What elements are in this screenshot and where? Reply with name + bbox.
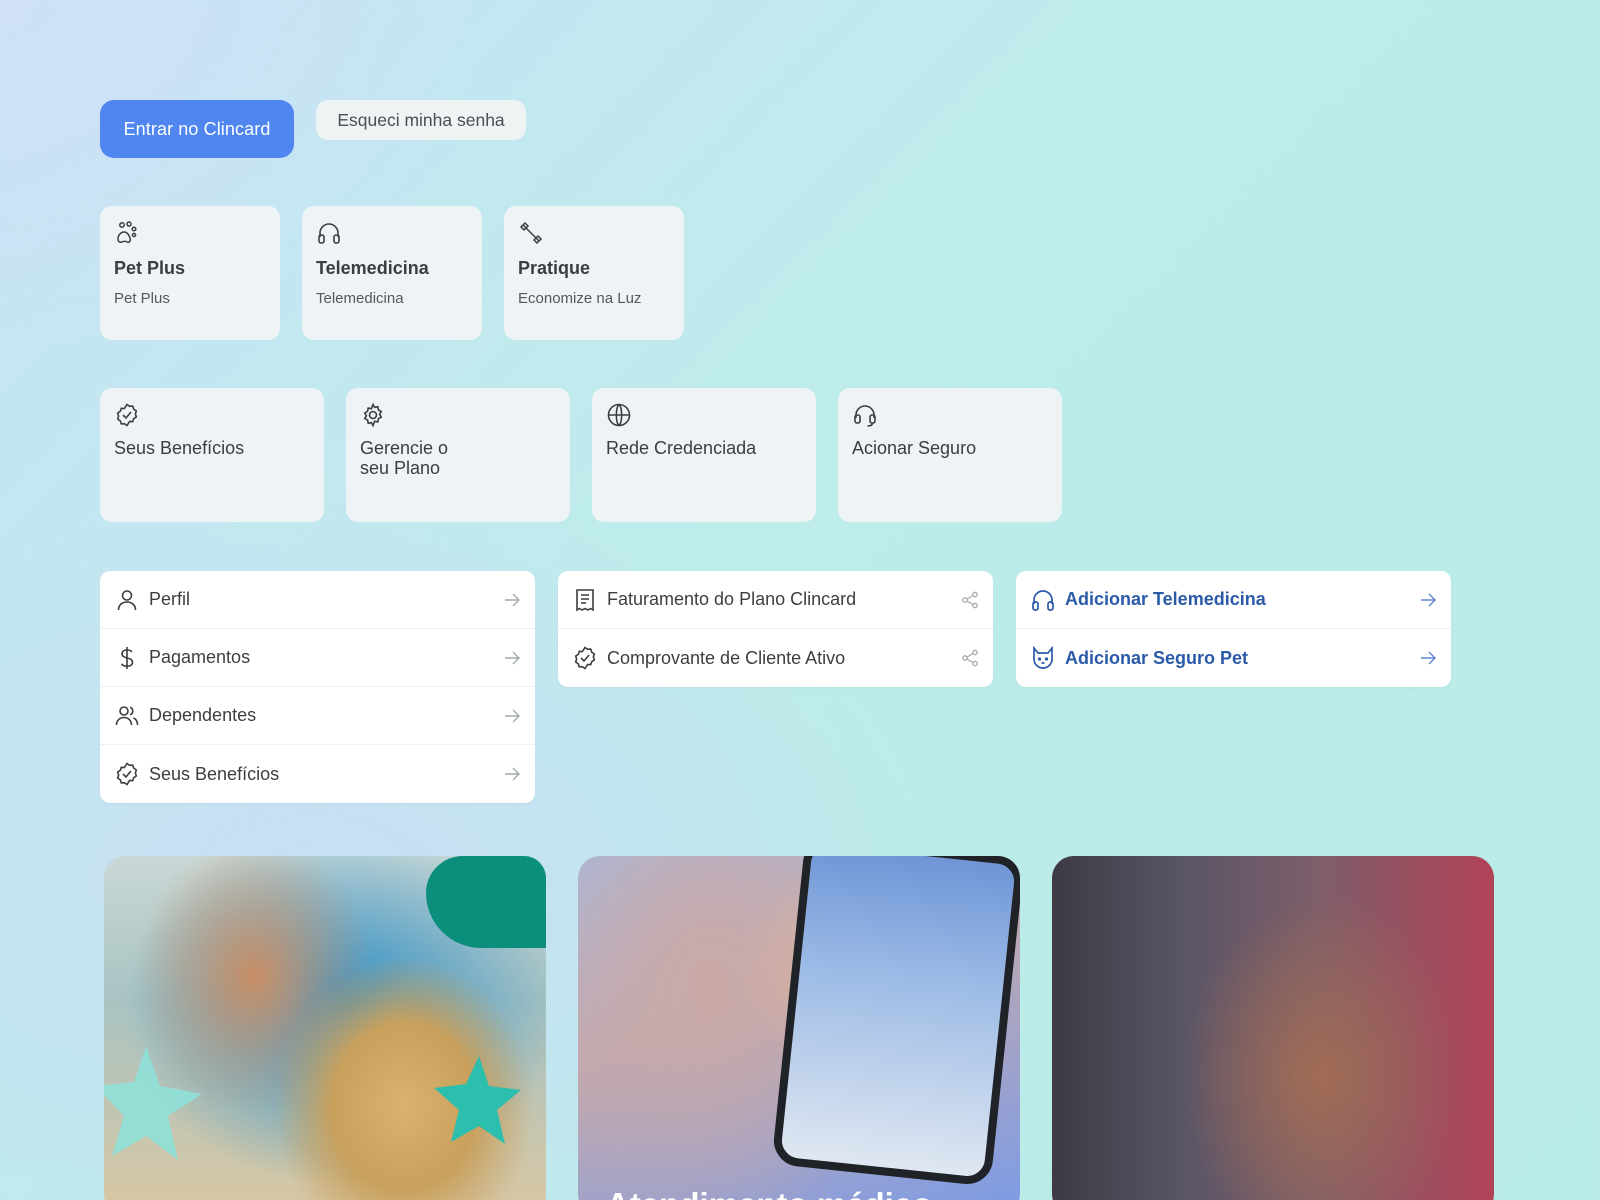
quick-card-title: Seus Benefícios xyxy=(114,438,245,458)
service-card-title: Pratique xyxy=(518,258,591,278)
list-item-beneficios[interactable]: Seus Benefícios xyxy=(100,745,535,803)
list-item-label: Adicionar Seguro Pet xyxy=(1065,647,1249,668)
service-card-pratique[interactable]: Pratique Economize na Luz xyxy=(504,206,684,340)
service-card-subtitle: Economize na Luz xyxy=(518,290,642,307)
badge-check-icon xyxy=(114,402,140,428)
list-item-label: Faturamento do Plano Clincard xyxy=(607,589,857,609)
phone-image xyxy=(771,856,1020,1187)
login-button[interactable]: Entrar no Clincard xyxy=(100,100,294,158)
headset-icon xyxy=(852,402,878,428)
badge-check-icon xyxy=(572,645,598,671)
star-shape-icon xyxy=(434,1056,521,1144)
add-services-list: Adicionar Telemedicina Adicionar Seguro … xyxy=(1016,571,1451,687)
quick-card-title-line2: seu Plano xyxy=(360,458,441,478)
list-item-label: Seus Benefícios xyxy=(149,763,280,784)
service-card-subtitle: Pet Plus xyxy=(114,290,170,307)
promo-card-telemedicina[interactable]: Atendimento médico xyxy=(578,856,1020,1200)
cat-icon xyxy=(1030,645,1056,671)
arrow-right-icon xyxy=(503,649,521,667)
arrow-right-icon xyxy=(1419,649,1437,667)
arrow-right-icon xyxy=(503,765,521,783)
headphones-icon xyxy=(1030,587,1056,613)
list-item-pagamentos[interactable]: Pagamentos xyxy=(100,629,535,687)
list-item-label: Dependentes xyxy=(149,705,257,725)
list-item-label: Perfil xyxy=(149,589,191,609)
service-card-subtitle: Telemedicina xyxy=(316,290,404,307)
quick-card-beneficios[interactable]: Seus Benefícios xyxy=(100,388,324,522)
decorative-blob xyxy=(426,856,546,948)
quick-card-rede-credenciada[interactable]: Rede Credenciada xyxy=(592,388,816,522)
list-item-label: Adicionar Telemedicina xyxy=(1065,589,1266,609)
documents-list: Faturamento do Plano Clincard Comprovant… xyxy=(558,571,993,687)
share-icon[interactable] xyxy=(961,591,979,609)
list-item-dependentes[interactable]: Dependentes xyxy=(100,687,535,745)
service-card-pet-plus[interactable]: Pet Plus Pet Plus xyxy=(100,206,280,340)
list-item-label: Pagamentos xyxy=(149,647,251,667)
gear-icon xyxy=(360,402,386,428)
promo-card-gym[interactable] xyxy=(1052,856,1494,1200)
list-item-add-seguro-pet[interactable]: Adicionar Seguro Pet xyxy=(1016,629,1451,687)
badge-check-icon xyxy=(114,761,140,787)
list-item-faturamento[interactable]: Faturamento do Plano Clincard xyxy=(558,571,993,629)
quick-card-gerencie-plano[interactable]: Gerencie o seu Plano xyxy=(346,388,570,522)
forgot-password-button[interactable]: Esqueci minha senha xyxy=(316,100,526,140)
globe-icon xyxy=(606,402,632,428)
list-item-add-telemedicina[interactable]: Adicionar Telemedicina xyxy=(1016,571,1451,629)
promo-card-title: Atendimento médico xyxy=(606,1186,932,1200)
arrow-right-icon xyxy=(503,591,521,609)
paw-icon xyxy=(114,220,140,246)
service-card-title: Pet Plus xyxy=(114,258,186,278)
dumbbell-icon xyxy=(518,220,544,246)
user-icon xyxy=(114,587,140,613)
service-card-title: Telemedicina xyxy=(316,258,429,278)
quick-card-acionar-seguro[interactable]: Acionar Seguro xyxy=(838,388,1062,522)
arrow-right-icon xyxy=(1419,591,1437,609)
list-item-perfil[interactable]: Perfil xyxy=(100,571,535,629)
quick-card-title: Rede Credenciada xyxy=(606,438,757,458)
star-shape-icon xyxy=(104,1046,202,1160)
quick-card-title-line1: Gerencie o xyxy=(360,438,449,458)
dollar-icon xyxy=(114,645,140,671)
users-icon xyxy=(114,703,140,729)
account-menu-list: Perfil Pagamentos Dependentes Seus Benef… xyxy=(100,571,535,803)
promo-card-pet[interactable] xyxy=(104,856,546,1200)
list-item-label: Comprovante de Cliente Ativo xyxy=(607,647,846,668)
headphones-icon xyxy=(316,220,342,246)
quick-card-title: Acionar Seguro xyxy=(852,438,977,458)
list-item-comprovante[interactable]: Comprovante de Cliente Ativo xyxy=(558,629,993,687)
service-card-telemedicina[interactable]: Telemedicina Telemedicina xyxy=(302,206,482,340)
arrow-right-icon xyxy=(503,707,521,725)
receipt-icon xyxy=(572,587,598,613)
share-icon[interactable] xyxy=(961,649,979,667)
